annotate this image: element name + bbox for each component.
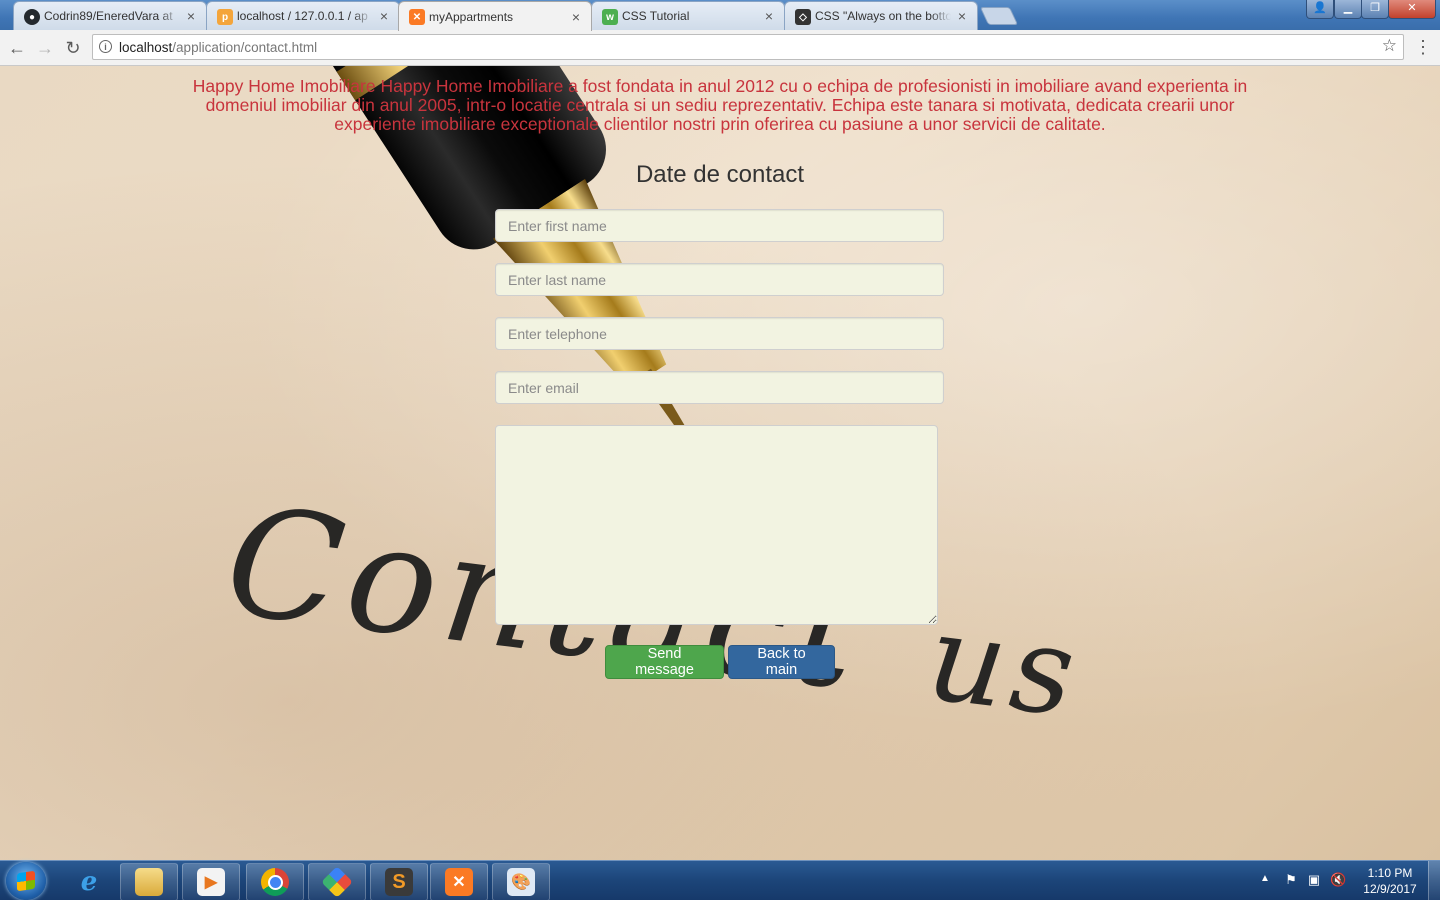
chrome-menu-icon[interactable]: ⋮ xyxy=(1414,36,1432,60)
tab-title: Codrin89/EneredVara at xyxy=(44,9,173,23)
paint-icon: 🎨 xyxy=(507,868,535,896)
intro-text: Happy Home Imobiliare Happy Home Imobili… xyxy=(192,76,1248,134)
tab-strip: ● Codrin89/EneredVara at × p localhost /… xyxy=(0,0,1440,31)
taskbar-internet-explorer[interactable]: e xyxy=(60,863,118,900)
clock-time: 1:10 PM xyxy=(1367,866,1413,880)
close-icon[interactable]: × xyxy=(184,8,198,24)
taskbar-file-explorer[interactable] xyxy=(120,863,178,900)
volume-muted-icon[interactable]: 🔇 xyxy=(1330,872,1346,888)
taskbar-chrome[interactable] xyxy=(246,863,304,900)
tab-title: CSS Tutorial xyxy=(622,9,690,23)
window-close-button[interactable]: ✕ xyxy=(1388,0,1436,19)
back-arrow-icon[interactable]: ← xyxy=(5,36,29,60)
tab-title: CSS "Always on the botto xyxy=(815,9,951,23)
show-desktop-button[interactable] xyxy=(1428,861,1440,900)
taskbar-paint[interactable]: 🎨 xyxy=(492,863,550,900)
system-clock[interactable]: 1:10 PM 12/9/2017 xyxy=(1352,865,1428,897)
xampp-icon: ✕ xyxy=(445,868,473,896)
tab-css-tutorial[interactable]: w CSS Tutorial × xyxy=(591,1,785,30)
page-viewport: Contactus Happy Home Imobiliare Happy Ho… xyxy=(0,66,1440,860)
send-message-button[interactable]: Send message xyxy=(605,645,724,679)
taskbar-media-player[interactable]: ▶ xyxy=(182,863,240,900)
form-title: Date de contact xyxy=(635,161,805,188)
tab-title: myAppartments xyxy=(429,9,514,24)
xampp-icon: ✕ xyxy=(409,9,425,25)
windows-logo-icon xyxy=(17,870,35,892)
chrome-icon xyxy=(261,868,289,896)
media-player-icon: ▶ xyxy=(197,868,225,896)
windows-taskbar: e ▶ S ✕ 🎨 ▲ ⚑ ▣ 🔇 1:10 PM 12/9/2017 xyxy=(0,860,1440,900)
taskbar-xampp[interactable]: ✕ xyxy=(430,863,488,900)
close-icon[interactable]: × xyxy=(762,8,776,24)
taskbar-app[interactable] xyxy=(308,863,366,900)
url-host: localhost xyxy=(119,39,173,55)
close-icon[interactable]: × xyxy=(377,8,391,24)
bookmark-star-icon[interactable]: ☆ xyxy=(1382,36,1397,56)
tab-myappartments[interactable]: ✕ myAppartments × xyxy=(398,1,592,31)
sublime-text-icon: S xyxy=(385,868,413,896)
forward-arrow-icon[interactable]: → xyxy=(33,36,57,60)
new-tab-button[interactable] xyxy=(979,7,1019,25)
show-hidden-icons-icon[interactable]: ▲ xyxy=(1260,873,1270,884)
taskbar-sublime-text[interactable]: S xyxy=(370,863,428,900)
network-icon[interactable]: ▣ xyxy=(1306,872,1322,888)
url-path: /application/contact.html xyxy=(172,39,318,55)
file-explorer-icon xyxy=(135,868,163,896)
info-icon[interactable]: i xyxy=(99,40,112,53)
message-textarea[interactable] xyxy=(495,425,938,625)
restore-button[interactable]: ❐ xyxy=(1361,0,1389,19)
tab-title: localhost / 127.0.0.1 / ap xyxy=(237,9,368,23)
minimize-button[interactable]: ▁ xyxy=(1334,0,1362,19)
close-icon[interactable]: × xyxy=(955,8,969,24)
codepen-icon: ◇ xyxy=(795,9,811,25)
internet-explorer-icon: e xyxy=(80,867,98,897)
close-icon[interactable]: × xyxy=(569,9,583,25)
start-button[interactable] xyxy=(6,862,46,900)
user-icon[interactable]: 👤 xyxy=(1306,0,1334,19)
tab-codepen[interactable]: ◇ CSS "Always on the botto × xyxy=(784,1,978,30)
tab-phpmyadmin[interactable]: p localhost / 127.0.0.1 / ap × xyxy=(206,1,400,30)
phpmyadmin-icon: p xyxy=(217,9,233,25)
reload-icon[interactable]: ↻ xyxy=(61,36,85,60)
email-input[interactable] xyxy=(495,371,944,404)
tab-github[interactable]: ● Codrin89/EneredVara at × xyxy=(13,1,207,30)
w3schools-icon: w xyxy=(602,9,618,25)
app-icon xyxy=(321,866,353,898)
first-name-input[interactable] xyxy=(495,209,944,242)
telephone-input[interactable] xyxy=(495,317,944,350)
action-center-flag-icon[interactable]: ⚑ xyxy=(1283,872,1299,888)
last-name-input[interactable] xyxy=(495,263,944,296)
address-bar[interactable]: i localhost/application/contact.html ☆ xyxy=(92,34,1404,60)
background-text-us: us xyxy=(920,588,1088,745)
clock-date: 12/9/2017 xyxy=(1363,882,1417,896)
back-to-main-button[interactable]: Back to main xyxy=(728,645,835,679)
browser-toolbar: ← → ↻ i localhost/application/contact.ht… xyxy=(0,30,1440,66)
github-icon: ● xyxy=(24,9,40,25)
